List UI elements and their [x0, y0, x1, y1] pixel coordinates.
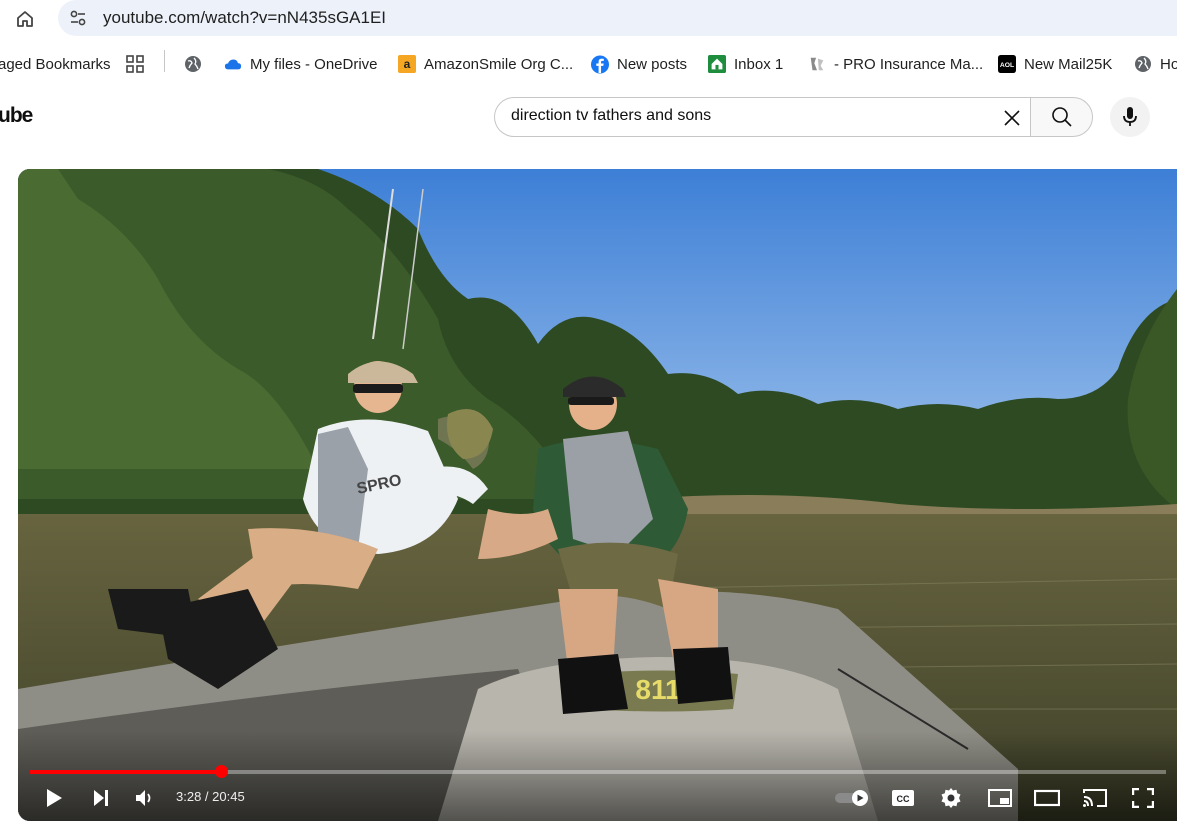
progress-bar[interactable] — [30, 765, 1166, 778]
volume-icon — [136, 790, 151, 806]
bookmark-insurance[interactable]: - PRO Insurance Ma... — [808, 52, 983, 76]
cast-icon — [1083, 789, 1107, 807]
globe-icon — [184, 55, 202, 73]
cast-button[interactable] — [1080, 786, 1110, 810]
svg-text:a: a — [404, 57, 411, 71]
search-icon — [1051, 107, 1072, 127]
bookmark-label: aged Bookmarks — [0, 55, 111, 73]
site-info-button[interactable] — [66, 6, 90, 30]
next-button[interactable] — [88, 786, 114, 810]
svg-text:AOL: AOL — [1000, 62, 1014, 69]
bookmark-label: My files - OneDrive — [250, 55, 378, 73]
autoplay-toggle-icon — [835, 790, 868, 806]
autoplay-toggle[interactable] — [832, 786, 872, 810]
youtube-logo[interactable]: ube — [0, 104, 33, 128]
voice-search-button[interactable] — [1110, 97, 1150, 137]
inbox-icon — [708, 55, 726, 73]
globe-icon — [1134, 55, 1152, 73]
bookmark-aol[interactable]: AOL New Mail25K — [998, 52, 1112, 76]
url-text[interactable]: youtube.com/watch?v=nN435sGA1EI — [103, 8, 386, 28]
search-box[interactable] — [494, 97, 1031, 137]
mute-button[interactable] — [132, 786, 158, 810]
bookmark-amazonsmile[interactable]: a AmazonSmile Org C... — [398, 52, 573, 76]
boat-number-decal: 811 — [635, 674, 680, 705]
browser-window: youtube.com/watch?v=nN435sGA1EI aged Boo… — [0, 0, 1177, 823]
aol-icon: AOL — [998, 55, 1016, 73]
amazon-icon: a — [398, 55, 416, 73]
fullscreen-button[interactable] — [1128, 786, 1158, 810]
bookmark-label: New Mail25K — [1024, 55, 1113, 73]
bookmarks-bar: aged Bookmarks My files - OneDrive a Ama… — [0, 38, 1177, 90]
bookmark-globe[interactable] — [184, 52, 210, 76]
bookmark-facebook[interactable]: New posts — [591, 52, 687, 76]
play-button[interactable] — [40, 786, 68, 810]
apps-grid-icon — [126, 55, 144, 73]
miniplayer-button[interactable] — [985, 786, 1015, 810]
settings-button[interactable] — [937, 786, 965, 810]
bookmark-label: Inbox 1 — [734, 55, 784, 73]
progress-played — [30, 770, 221, 774]
search-input[interactable] — [511, 107, 981, 125]
subtitles-button[interactable]: CC — [888, 786, 918, 810]
video-player[interactable]: 811 SPRO 3:28 / 20:45 CC — [18, 169, 1177, 821]
bookmark-managed[interactable]: aged Bookmarks — [0, 52, 111, 76]
closed-captions-icon: CC — [892, 790, 914, 806]
search-button[interactable] — [1030, 97, 1093, 137]
home-button[interactable] — [12, 6, 38, 32]
miniplayer-icon — [988, 789, 1012, 807]
bookmark-onedrive[interactable]: My files - OneDrive — [224, 52, 378, 76]
time-display: 3:28 / 20:45 — [176, 789, 245, 804]
fullscreen-icon — [1132, 788, 1154, 808]
bookmark-label: - PRO Insurance Ma... — [834, 55, 984, 73]
onedrive-icon — [224, 55, 242, 73]
close-icon — [1004, 110, 1020, 126]
home-icon — [17, 11, 33, 27]
microphone-icon — [1123, 107, 1137, 126]
play-icon — [47, 789, 62, 807]
clear-search-button[interactable] — [998, 104, 1026, 132]
skip-next-icon — [94, 790, 108, 806]
bookmark-separator — [164, 50, 165, 72]
apps-button[interactable] — [126, 52, 152, 76]
bookmark-inbox[interactable]: Inbox 1 — [708, 52, 783, 76]
bookmark-home[interactable]: Ho — [1134, 52, 1177, 76]
tune-icon — [70, 10, 86, 26]
bookmark-label: Ho — [1160, 55, 1177, 73]
theater-mode-icon — [1034, 789, 1060, 807]
progress-scrubber[interactable] — [214, 765, 228, 778]
video-frame[interactable]: 811 SPRO — [18, 169, 1177, 821]
url-bar[interactable]: youtube.com/watch?v=nN435sGA1EI — [58, 0, 1177, 36]
theater-mode-button[interactable] — [1032, 786, 1062, 810]
bookmark-label: AmazonSmile Org C... — [424, 55, 574, 73]
svg-text:CC: CC — [897, 794, 910, 804]
insurance-icon — [808, 55, 826, 73]
facebook-icon — [591, 55, 609, 73]
bookmark-label: New posts — [617, 55, 688, 73]
address-bar: youtube.com/watch?v=nN435sGA1EI — [0, 0, 1177, 38]
gear-icon — [941, 788, 961, 808]
